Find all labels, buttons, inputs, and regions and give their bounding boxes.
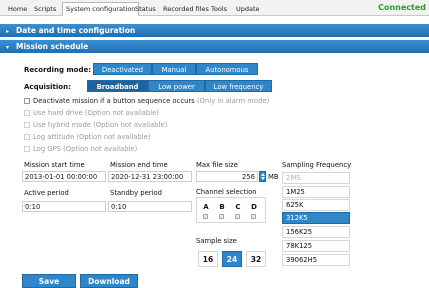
active-period-label: Active period [24,189,69,197]
section-date-time-title: Date and time configuration [16,26,136,35]
top-nav: Home Scripts System configuration Status… [0,0,429,16]
channel-d-label: D [251,203,257,211]
hybrid-mode-checkbox [24,122,30,128]
frequency-option-1m25[interactable]: 1M25 [282,186,350,198]
tab-update[interactable]: Update [232,2,264,15]
frequency-option-78k125[interactable]: 78K125 [282,240,350,252]
deactivate-mission-label: Deactivate mission if a button sequence … [33,97,195,105]
channel-b-label: B [219,203,225,211]
channel-b-checkbox[interactable] [219,214,224,219]
mission-end-label: Mission end time [110,161,168,169]
frequency-option-156k25[interactable]: 156K25 [282,226,350,238]
acquisition-low-power-button[interactable]: Low power [148,80,205,92]
frequency-option-39062h5[interactable]: 39062H5 [282,254,350,266]
tab-tools[interactable]: Tools [207,2,231,15]
mission-start-input[interactable]: 2013-01-01 00:00:00 [22,171,106,182]
sample-size-32-button[interactable]: 32 [246,251,266,267]
mission-end-input[interactable]: 2020-12-31 23:00:00 [108,171,192,182]
channel-c-label: C [235,203,241,211]
mode-deactivated-button[interactable]: Deactivated [93,63,152,75]
frequency-option-625k[interactable]: 625K [282,199,350,211]
log-gps-checkbox [24,146,30,152]
save-button[interactable]: Save [22,274,76,288]
tab-recorded-files[interactable]: Recorded files [159,2,213,15]
frequency-option-312k5[interactable]: 312K5 [282,212,350,224]
log-gps-label: Log GPS (Option not available) [33,145,138,153]
acquisition-low-frequency-button[interactable]: Low frequency [205,80,272,92]
active-period-input[interactable]: 0:10 [22,201,106,212]
file-size-spinner[interactable] [259,171,266,182]
hybrid-mode-label: Use hybrid mode (Option not available) [33,121,168,129]
tab-status[interactable]: Status [131,2,160,15]
sampling-frequency-label: Sampling Frequency [282,161,352,169]
mode-manual-button[interactable]: Manual [152,63,196,75]
hard-drive-checkbox [24,110,30,116]
acquisition-label: Acquisition: [24,83,71,91]
sample-size-label: Sample size [196,237,237,245]
log-attitude-checkbox [24,134,30,140]
mode-autonomous-button[interactable]: Autonomous [196,63,258,75]
deactivate-mission-checkbox[interactable] [24,98,30,104]
channel-a-checkbox[interactable] [203,214,208,219]
section-mission-schedule[interactable]: ▾ Mission schedule [0,40,429,53]
expand-arrow-icon: ▸ [6,28,10,35]
section-date-time[interactable]: ▸ Date and time configuration [0,24,429,37]
tab-system-configuration[interactable]: System configuration [62,2,140,16]
standby-period-label: Standby period [110,189,162,197]
standby-period-input[interactable]: 0:10 [108,201,192,212]
spinner-down-icon [260,177,265,180]
deactivate-mission-note: (Only in alarm mode) [196,97,270,105]
spinner-up-icon [260,173,265,176]
frequency-option-2ms: 2MS [282,172,350,184]
sample-size-16-button[interactable]: 16 [198,251,218,267]
hard-drive-label: Use hard drive (Option not available) [33,109,159,117]
section-mission-title: Mission schedule [16,42,89,51]
max-file-size-label: Max file size [196,161,238,169]
channel-c-checkbox[interactable] [235,214,240,219]
channel-selection-label: Channel selection [196,188,257,196]
sample-size-24-button[interactable]: 24 [222,251,242,267]
deactivate-mission-text: Deactivate mission if a button sequence … [33,96,269,106]
max-file-size-input[interactable]: 256 [196,171,258,182]
collapse-arrow-icon: ▾ [6,44,10,51]
mission-start-label: Mission start time [24,161,85,169]
download-button[interactable]: Download [80,274,138,288]
tab-scripts[interactable]: Scripts [30,2,60,15]
connection-status: Connected [378,3,426,12]
file-size-unit: MB [268,173,279,181]
tab-home[interactable]: Home [4,2,31,15]
acquisition-broadband-button[interactable]: Broadband [87,80,148,92]
channel-grid: A B C D [196,197,266,223]
recording-mode-label: Recording mode: [24,66,92,74]
channel-a-label: A [203,203,209,211]
log-attitude-label: Log attitude (Option not available) [33,133,151,141]
channel-d-checkbox[interactable] [251,214,256,219]
